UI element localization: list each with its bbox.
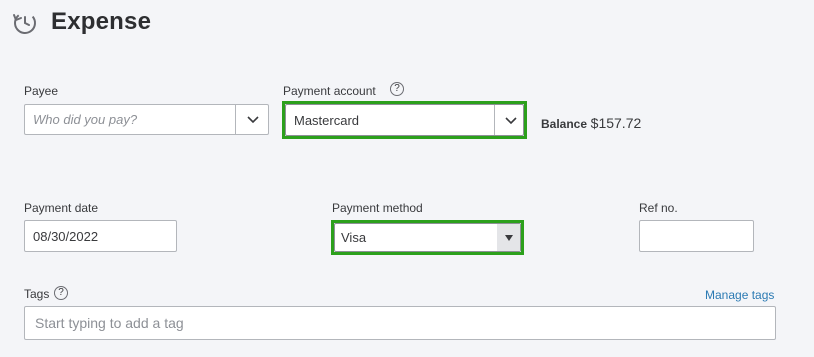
clock-arrow-icon — [13, 12, 36, 34]
payment-account-label: Payment account — [283, 84, 376, 98]
page-title: Expense — [51, 8, 152, 35]
payment-account-value: Mastercard — [294, 112, 360, 128]
payment-date-label: Payment date — [24, 201, 99, 215]
balance: Balance $157.72 — [541, 115, 641, 131]
payment-date-input[interactable]: 08/30/2022 — [24, 220, 177, 252]
tags-input[interactable]: Start typing to add a tag — [24, 306, 776, 340]
payment-method-label: Payment method — [332, 201, 423, 215]
payee-input[interactable]: Who did you pay? — [33, 105, 137, 134]
payment-method-select[interactable]: Visa — [334, 223, 521, 252]
chevron-down-icon[interactable] — [246, 114, 260, 126]
payment-method-value: Visa — [341, 230, 367, 245]
payee-label: Payee — [24, 84, 59, 98]
tags-placeholder: Start typing to add a tag — [35, 315, 184, 331]
ref-no-input[interactable] — [639, 220, 754, 252]
payment-method-dropdown-button[interactable] — [497, 224, 520, 251]
payment-account-help-icon[interactable]: ? — [390, 82, 404, 96]
manage-tags-link[interactable]: Manage tags — [705, 288, 774, 302]
payment-account-select[interactable]: Mastercard — [285, 104, 524, 136]
balance-value: $157.72 — [590, 115, 642, 131]
tags-label: Tags — [24, 287, 50, 301]
triangle-down-icon — [504, 234, 513, 241]
tags-help-icon[interactable]: ? — [54, 286, 68, 300]
ref-no-label: Ref no. — [639, 201, 678, 215]
chevron-down-icon[interactable] — [504, 115, 518, 127]
payment-date-value: 08/30/2022 — [33, 228, 99, 244]
payee-combobox[interactable]: Who did you pay? — [24, 104, 269, 135]
balance-label: Balance — [541, 117, 588, 131]
